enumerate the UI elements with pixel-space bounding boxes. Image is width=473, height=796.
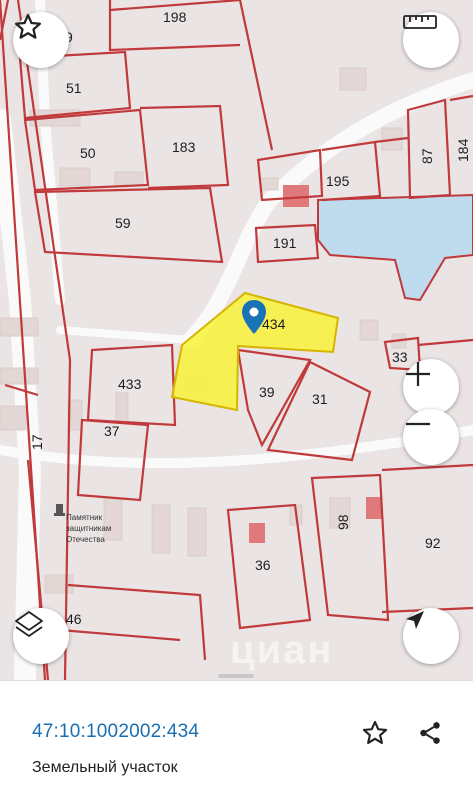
drag-handle[interactable] [218,674,254,678]
zoom-out-button[interactable] [403,409,459,465]
map-view[interactable]: 198 9 51 50 183 59 195 191 87 184 434 43… [0,0,473,680]
star-outline-icon [362,720,388,744]
plot-label-184: 184 [455,138,471,162]
favorite-sheet-button[interactable] [358,716,392,750]
zoom-out-icon [406,422,430,426]
plot-label-50: 50 [80,145,96,161]
object-info-panel[interactable]: 47:10:1002002:434 Земельный участок [0,674,473,796]
ruler-button[interactable] [403,12,459,68]
plot-label-31: 31 [312,391,328,407]
plot-label-434: 434 [262,316,286,332]
plot-label-191: 191 [273,235,297,251]
monument-label-line-2: защитникам [66,524,112,533]
monument-label: Памятник защитникам Отечества [66,512,136,545]
share-icon [420,722,440,744]
plot-label-183: 183 [172,139,196,155]
star-icon [15,14,41,39]
layers-icon [15,611,43,637]
plot-label-51: 51 [66,80,82,96]
layers-button[interactable] [13,608,69,664]
watermark: циан [230,628,334,672]
plot-label-37: 37 [104,423,120,439]
zoom-in-icon [406,362,430,386]
cadastral-number-link[interactable]: 47:10:1002002:434 [32,721,199,743]
favorite-button[interactable] [13,12,69,68]
plot-label-198: 198 [163,9,187,25]
object-type-label: Земельный участок [32,759,178,776]
zoom-in-button[interactable] [403,359,459,415]
plot-label-36: 36 [255,557,271,573]
water-body [317,193,473,302]
ruler-icon [403,15,437,29]
monument-icon [54,504,65,516]
plot-label-433: 433 [118,376,142,392]
my-location-button[interactable] [403,608,459,664]
plot-label-87: 87 [419,148,435,164]
plot-label-92: 92 [425,535,441,551]
plot-label-195: 195 [326,173,350,189]
monument-label-line-3: Отечества [66,535,105,544]
monument-label-line-1: Памятник [66,513,103,522]
plot-label-46: 46 [66,611,82,627]
cadastral-map[interactable]: 198 9 51 50 183 59 195 191 87 184 434 43… [0,0,473,680]
share-button[interactable] [413,716,447,750]
plot-label-17: 17 [29,434,45,450]
plot-label-59: 59 [115,215,131,231]
plot-label-98: 98 [335,514,351,530]
locate-icon [406,611,424,629]
plot-label-39: 39 [259,384,275,400]
